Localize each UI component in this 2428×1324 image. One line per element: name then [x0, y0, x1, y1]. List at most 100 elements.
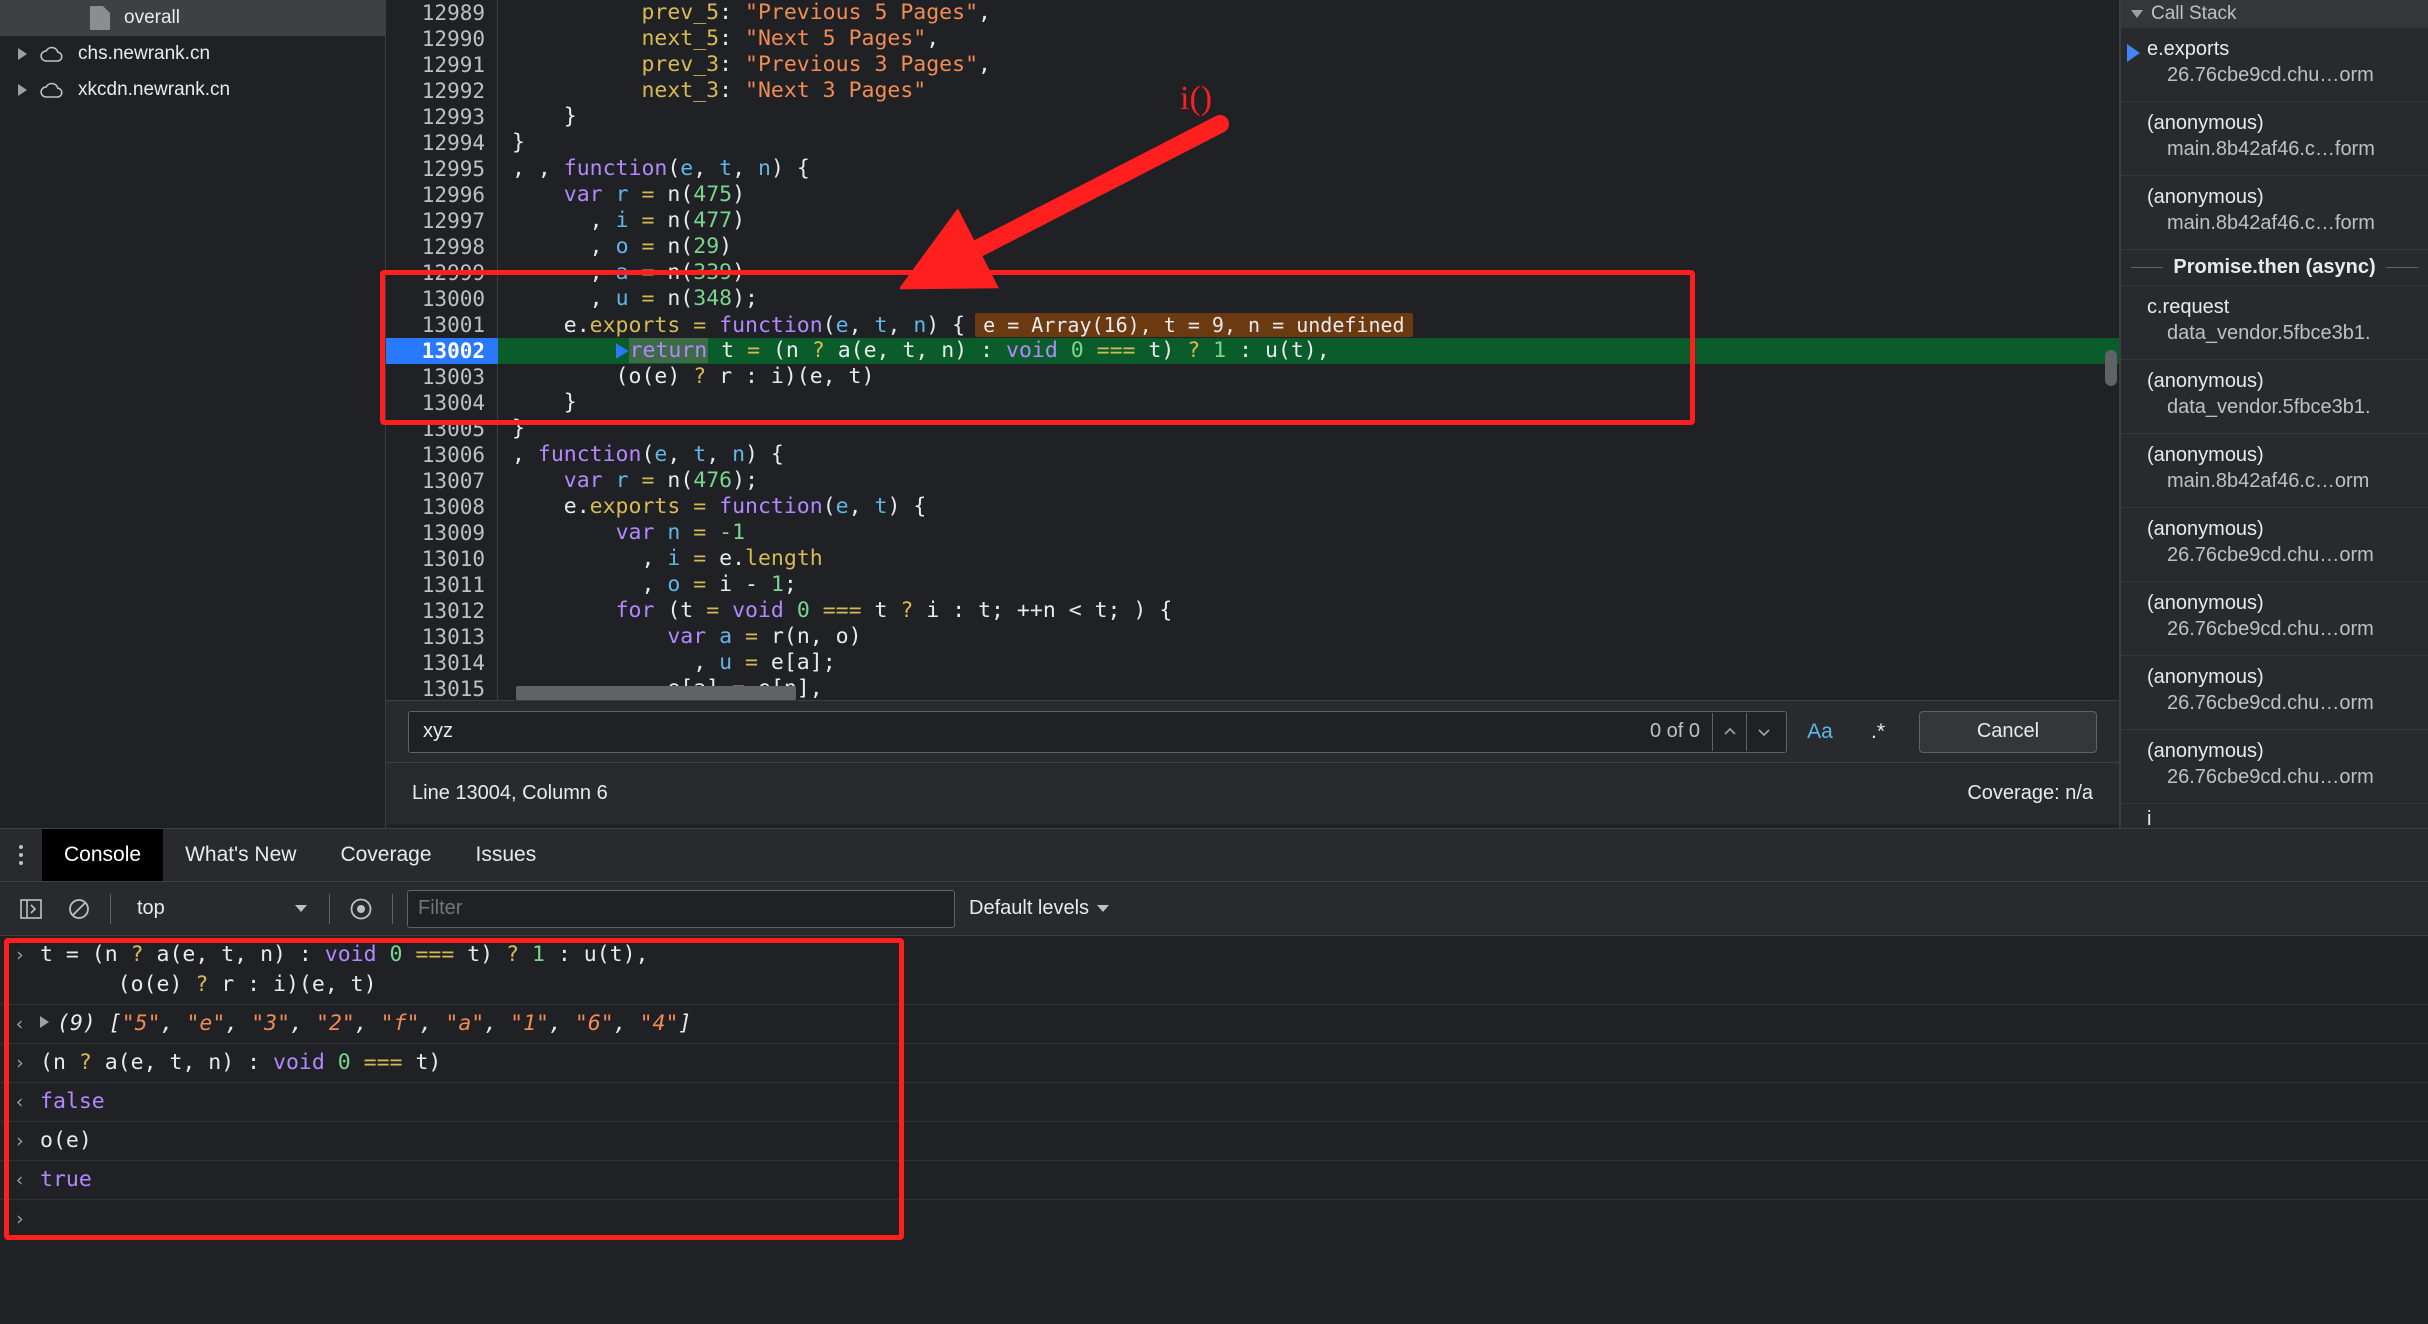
- line-number[interactable]: 13009: [386, 520, 498, 546]
- code-line[interactable]: 13001 e.exports = function(e, t, n) {e =…: [386, 312, 2119, 338]
- find-cancel-button[interactable]: Cancel: [1919, 710, 2097, 753]
- call-stack-frame[interactable]: (anonymous) main.8b42af46.c…form: [2121, 176, 2428, 250]
- expand-triangle-icon[interactable]: [40, 1016, 49, 1028]
- call-stack-frame[interactable]: c.request data_vendor.5fbce3b1.: [2121, 286, 2428, 360]
- line-number[interactable]: 13006: [386, 442, 498, 468]
- regex-button[interactable]: .*: [1853, 711, 1903, 753]
- line-number[interactable]: 13011: [386, 572, 498, 598]
- line-number[interactable]: 12994: [386, 130, 498, 156]
- code-line[interactable]: 13012 for (t = void 0 === t ? i : t; ++n…: [386, 598, 2119, 624]
- editor-vertical-scrollbar[interactable]: [2105, 350, 2117, 386]
- line-number[interactable]: 13004: [386, 390, 498, 416]
- call-stack-frame[interactable]: (anonymous) 26.76cbe9cd.chu…orm: [2121, 656, 2428, 730]
- console-filter-input[interactable]: [407, 889, 955, 928]
- code-line[interactable]: 13006, function(e, t, n) {: [386, 442, 2119, 468]
- line-number[interactable]: 12998: [386, 234, 498, 260]
- call-stack-frame[interactable]: (anonymous) 26.76cbe9cd.chu…orm: [2121, 730, 2428, 804]
- code-line[interactable]: 13002 return t = (n ? a(e, t, n) : void …: [386, 338, 2119, 364]
- live-expression-icon[interactable]: [344, 892, 378, 926]
- code-line[interactable]: 13007 var r = n(476);: [386, 468, 2119, 494]
- code-line[interactable]: 12992 next_3: "Next 3 Pages": [386, 78, 2119, 104]
- code-line[interactable]: 13011 , o = i - 1;: [386, 572, 2119, 598]
- line-number[interactable]: 13013: [386, 624, 498, 650]
- code-line[interactable]: 12994}: [386, 130, 2119, 156]
- code-line[interactable]: 13005}: [386, 416, 2119, 442]
- line-number[interactable]: 13001: [386, 312, 498, 338]
- code-line[interactable]: 12989 prev_5: "Previous 5 Pages",: [386, 0, 2119, 26]
- match-case-button[interactable]: Aa: [1795, 711, 1845, 753]
- line-number[interactable]: 12993: [386, 104, 498, 130]
- more-options-icon[interactable]: [0, 829, 42, 881]
- expand-triangle-icon[interactable]: [18, 84, 27, 96]
- code-line[interactable]: 13010 , i = e.length: [386, 546, 2119, 572]
- call-stack-frame[interactable]: (anonymous) 26.76cbe9cd.chu…orm: [2121, 582, 2428, 656]
- code-editor[interactable]: 12989 prev_5: "Previous 5 Pages", 12990 n…: [386, 0, 2119, 700]
- code-line[interactable]: 13009 var n = -1: [386, 520, 2119, 546]
- console-messages[interactable]: › t = (n ? a(e, t, n) : void 0 === t) ? 1…: [0, 936, 2428, 1324]
- navigator-item-chs-newrank-cn[interactable]: chs.newrank.cn: [0, 36, 385, 72]
- line-number[interactable]: 12996: [386, 182, 498, 208]
- line-number[interactable]: 12989: [386, 0, 498, 26]
- drawer-tab-issues[interactable]: Issues: [454, 829, 559, 881]
- code-token: (: [822, 313, 836, 338]
- code-token: :: [719, 52, 746, 77]
- find-input[interactable]: [423, 720, 1650, 743]
- line-number[interactable]: 13003: [386, 364, 498, 390]
- line-number[interactable]: 12999: [386, 260, 498, 286]
- editor-horizontal-scrollbar[interactable]: [516, 686, 796, 700]
- call-stack-partial-frame[interactable]: i: [2121, 804, 2428, 828]
- code-line[interactable]: 12996 var r = n(475): [386, 182, 2119, 208]
- console-prompt-row[interactable]: ›: [0, 1200, 2428, 1238]
- line-number[interactable]: 13007: [386, 468, 498, 494]
- code-line[interactable]: 13008 e.exports = function(e, t) {: [386, 494, 2119, 520]
- console-sidebar-icon[interactable]: [14, 892, 48, 926]
- expand-triangle-icon[interactable]: [18, 48, 27, 60]
- code-line[interactable]: 12995, , function(e, t, n) {: [386, 156, 2119, 182]
- code-line[interactable]: 12990 next_5: "Next 5 Pages",: [386, 26, 2119, 52]
- line-number[interactable]: 12997: [386, 208, 498, 234]
- code-line-text: , o = n(29): [498, 234, 2119, 260]
- code-token: (: [667, 156, 681, 181]
- line-number[interactable]: 13005: [386, 416, 498, 442]
- array-separator: ,: [484, 1011, 511, 1036]
- line-number[interactable]: 13012: [386, 598, 498, 624]
- navigator-item-xkcdn-newrank-cn[interactable]: xkcdn.newrank.cn: [0, 72, 385, 108]
- call-stack-frame[interactable]: (anonymous) main.8b42af46.c…form: [2121, 102, 2428, 176]
- line-number[interactable]: 13000: [386, 286, 498, 312]
- line-number[interactable]: 12992: [386, 78, 498, 104]
- navigator-item-overall[interactable]: overall: [0, 0, 385, 36]
- call-stack-frame[interactable]: e.exports 26.76cbe9cd.chu…orm: [2121, 28, 2428, 102]
- code-line[interactable]: 12997 , i = n(477): [386, 208, 2119, 234]
- find-next-button[interactable]: [1746, 712, 1780, 751]
- call-stack-frame[interactable]: (anonymous) data_vendor.5fbce3b1.: [2121, 360, 2428, 434]
- code-line[interactable]: 13003 (o(e) ? r : i)(e, t): [386, 364, 2119, 390]
- drawer-tab-console[interactable]: Console: [42, 829, 164, 881]
- line-number[interactable]: 13015: [386, 676, 498, 700]
- code-line[interactable]: 12993 }: [386, 104, 2119, 130]
- line-number[interactable]: 12995: [386, 156, 498, 182]
- code-line[interactable]: 13000 , u = n(348);: [386, 286, 2119, 312]
- call-stack-frame[interactable]: (anonymous) main.8b42af46.c…orm: [2121, 434, 2428, 508]
- code-line[interactable]: 12998 , o = n(29): [386, 234, 2119, 260]
- line-number[interactable]: 13002: [386, 338, 510, 364]
- find-input-wrapper[interactable]: 0 of 0: [408, 710, 1787, 753]
- find-prev-button[interactable]: [1712, 712, 1746, 751]
- code-line[interactable]: 13013 var a = r(n, o): [386, 624, 2119, 650]
- code-line[interactable]: 13014 , u = e[a];: [386, 650, 2119, 676]
- code-line[interactable]: 12999 , a = n(339): [386, 260, 2119, 286]
- code-line[interactable]: 12991 prev_3: "Previous 3 Pages",: [386, 52, 2119, 78]
- line-number[interactable]: 13008: [386, 494, 498, 520]
- line-number[interactable]: 13014: [386, 650, 498, 676]
- console-context-selector[interactable]: top: [125, 897, 315, 920]
- call-stack-frame[interactable]: (anonymous) 26.76cbe9cd.chu…orm: [2121, 508, 2428, 582]
- code-line[interactable]: 13004 }: [386, 390, 2119, 416]
- log-levels-selector[interactable]: Default levels: [969, 897, 1110, 920]
- line-number[interactable]: 13010: [386, 546, 498, 572]
- drawer-tab-coverage[interactable]: Coverage: [318, 829, 453, 881]
- clear-console-icon[interactable]: [62, 892, 96, 926]
- drawer-tab-what-s-new[interactable]: What's New: [163, 829, 318, 881]
- line-number[interactable]: 12990: [386, 26, 498, 52]
- call-stack-header[interactable]: Call Stack: [2121, 0, 2428, 28]
- line-number[interactable]: 12991: [386, 52, 498, 78]
